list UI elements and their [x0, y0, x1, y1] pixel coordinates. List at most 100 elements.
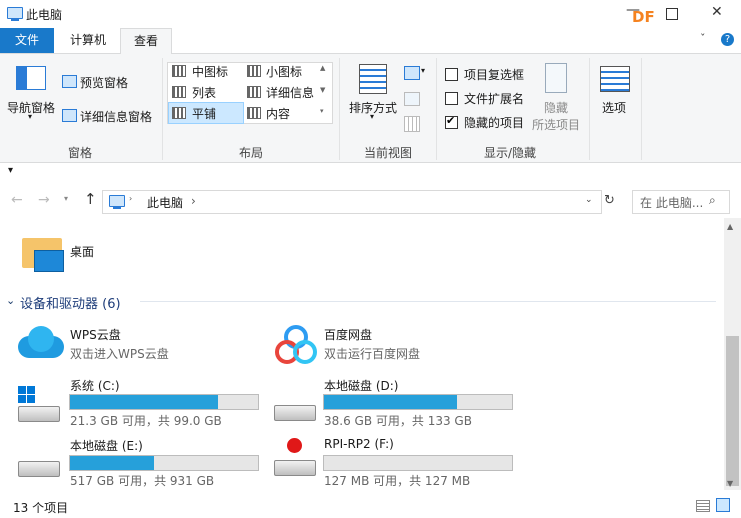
- layout-medium-icons[interactable]: 中图标: [192, 63, 228, 80]
- computer-icon: [7, 7, 23, 21]
- desktop-label[interactable]: 桌面: [70, 243, 94, 260]
- section-title[interactable]: 设备和驱动器 (6): [20, 293, 121, 312]
- item-checkboxes-checkbox[interactable]: [445, 68, 458, 81]
- nav-pane-icon: [16, 66, 46, 90]
- tab-view[interactable]: 查看: [120, 28, 172, 55]
- window-title: 此电脑: [26, 8, 63, 22]
- drive-c-name[interactable]: 系统 (C:): [70, 377, 120, 394]
- search-icon[interactable]: ⌕: [709, 193, 716, 208]
- small-icons-icon: [247, 65, 261, 77]
- drive-d-info: 38.6 GB 可用，共 133 GB: [324, 414, 472, 428]
- layout-small-icons[interactable]: 小图标: [266, 63, 302, 80]
- ribbon-tabs: 文件 计算机 查看 ˇ ?: [0, 28, 741, 55]
- system-drive-icon[interactable]: [18, 386, 60, 422]
- layout-tiles[interactable]: 平铺: [192, 105, 216, 122]
- scroll-up-icon[interactable]: ▲: [320, 64, 325, 72]
- drive-e-name[interactable]: 本地磁盘 (E:): [70, 437, 143, 454]
- options-button[interactable]: 选项: [602, 99, 626, 116]
- drive-d-name[interactable]: 本地磁盘 (D:): [324, 377, 398, 394]
- computer-icon: [109, 195, 125, 209]
- group-label-current-view: 当前视图: [364, 146, 413, 160]
- layout-details[interactable]: 详细信息: [266, 84, 314, 101]
- size-columns-icon[interactable]: [404, 116, 420, 132]
- forward-icon[interactable]: →: [38, 192, 50, 208]
- hidden-items-checkbox[interactable]: [445, 114, 458, 129]
- section-divider: [140, 301, 716, 302]
- customize-toolbar-icon[interactable]: ▾: [8, 165, 13, 176]
- wps-cloud-desc: 双击进入WPS云盘: [70, 347, 169, 361]
- removable-drive-icon[interactable]: [274, 438, 316, 476]
- status-bar: 13 个项目: [0, 492, 741, 518]
- drive-e-usage-bar: [69, 455, 259, 471]
- layout-content[interactable]: 内容: [266, 105, 290, 122]
- details-view-icon[interactable]: [696, 500, 710, 512]
- medium-icons-icon: [172, 65, 186, 77]
- scrollbar-thumb[interactable]: [726, 336, 739, 486]
- ribbon-collapse-icon[interactable]: ˇ: [700, 32, 706, 45]
- hide-selected-icon: [545, 63, 567, 93]
- baidu-netdisk-icon[interactable]: [273, 322, 317, 364]
- scroll-down-icon[interactable]: ▼: [320, 86, 325, 94]
- tab-file[interactable]: 文件: [0, 28, 54, 53]
- divider: [641, 58, 642, 160]
- drive-e-info: 517 GB 可用，共 931 GB: [70, 474, 215, 488]
- help-icon[interactable]: ?: [721, 33, 734, 46]
- breadcrumb-separator-icon[interactable]: ›: [191, 194, 196, 208]
- drive-c-usage-bar: [69, 394, 259, 410]
- divider: [589, 58, 590, 160]
- sort-by-icon: [359, 64, 387, 94]
- recent-locations-icon[interactable]: ▾: [64, 194, 68, 203]
- wps-cloud-name[interactable]: WPS云盘: [70, 326, 121, 343]
- scroll-down-icon[interactable]: ▼: [727, 479, 733, 488]
- item-checkboxes-label[interactable]: 项目复选框: [464, 66, 524, 83]
- drive-f-usage-bar: [323, 455, 513, 471]
- breadcrumb-location[interactable]: 此电脑: [147, 194, 183, 211]
- address-bar[interactable]: › 此电脑 › ⌄: [102, 190, 602, 214]
- up-icon[interactable]: ↑: [84, 190, 97, 208]
- file-extensions-label[interactable]: 文件扩展名: [464, 90, 524, 107]
- divider: [436, 58, 437, 160]
- details-pane-icon: [62, 109, 77, 122]
- ribbon: 导航窗格 ▾ 预览窗格 详细信息窗格 窗格 中图标 小图标 列表 详细信息 平铺…: [0, 54, 741, 163]
- drive-f-name[interactable]: RPI-RP2 (F:): [324, 437, 394, 451]
- divider: [339, 58, 340, 160]
- drive-f-info: 127 MB 可用，共 127 MB: [324, 474, 471, 488]
- layout-list[interactable]: 列表: [192, 84, 216, 101]
- baidu-netdisk-name[interactable]: 百度网盘: [324, 326, 372, 343]
- drive-d-usage-bar: [323, 394, 513, 410]
- group-by-icon[interactable]: [404, 66, 420, 80]
- search-box[interactable]: 在 此电脑... ⌕: [632, 190, 730, 214]
- maximize-button[interactable]: [666, 8, 678, 20]
- breadcrumb-separator-icon[interactable]: ›: [129, 194, 132, 203]
- scroll-up-icon[interactable]: ▲: [727, 222, 733, 231]
- desktop-folder-icon[interactable]: [22, 238, 64, 272]
- preview-pane-button[interactable]: 预览窗格: [80, 74, 128, 91]
- preview-pane-icon: [62, 75, 77, 88]
- group-label-panes: 窗格: [68, 146, 93, 160]
- list-icon: [172, 86, 186, 98]
- local-drive-icon[interactable]: [18, 457, 60, 491]
- refresh-icon[interactable]: ↻: [604, 193, 615, 208]
- file-extensions-checkbox[interactable]: [445, 92, 458, 105]
- title-bar: 此电脑 DF — ✕: [0, 0, 741, 28]
- address-dropdown-icon[interactable]: ⌄: [585, 195, 593, 205]
- minimize-button[interactable]: —: [626, 2, 640, 18]
- hide-selected-line2[interactable]: 所选项目: [532, 116, 580, 133]
- large-icons-view-icon[interactable]: [716, 498, 730, 512]
- chevron-down-icon: ▾: [421, 66, 426, 75]
- close-button[interactable]: ✕: [711, 4, 723, 20]
- collapse-section-icon[interactable]: ⌄: [6, 294, 15, 307]
- group-label-layout: 布局: [239, 146, 264, 160]
- hidden-items-label[interactable]: 隐藏的项目: [464, 114, 524, 131]
- wps-cloud-icon[interactable]: [18, 326, 64, 358]
- add-columns-icon[interactable]: [404, 92, 420, 106]
- gallery-more-icon[interactable]: ▾: [320, 107, 324, 115]
- divider: [162, 58, 163, 160]
- tab-computer[interactable]: 计算机: [58, 28, 118, 53]
- details-pane-button[interactable]: 详细信息窗格: [80, 108, 152, 125]
- hide-selected-line1[interactable]: 隐藏: [544, 99, 568, 116]
- back-icon[interactable]: ←: [11, 192, 23, 208]
- tiles-icon: [172, 107, 186, 119]
- local-drive-icon[interactable]: [274, 397, 316, 431]
- search-input[interactable]: 在 此电脑...: [640, 194, 703, 211]
